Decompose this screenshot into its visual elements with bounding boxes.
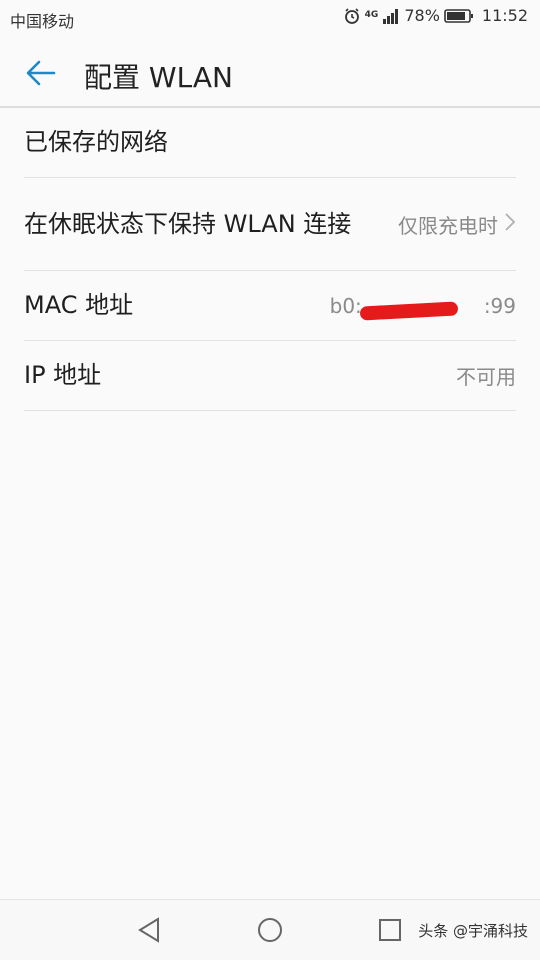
nav-recents-icon[interactable] [376, 916, 404, 944]
network-type-icon: 4G [365, 11, 379, 20]
ip-address-item: IP 地址 不可用 [24, 341, 516, 411]
keep-wlan-on-sleep-item[interactable]: 在休眠状态下保持 WLAN 连接 仅限充电时 [24, 178, 516, 271]
mac-address-suffix: :99 [483, 293, 516, 318]
settings-list: 已保存的网络 在休眠状态下保持 WLAN 连接 仅限充电时 MAC 地址 b0:… [24, 108, 516, 411]
ip-address-value: 不可用 [456, 365, 516, 389]
nav-home-icon[interactable] [256, 916, 284, 944]
saved-networks-label: 已保存的网络 [24, 128, 168, 156]
battery-icon [444, 8, 474, 24]
watermark-text: 头条 @宇涌科技 [418, 922, 528, 940]
chevron-right-icon [504, 212, 516, 237]
nav-back-icon[interactable] [136, 916, 164, 944]
mac-address-prefix: b0: [329, 293, 362, 318]
clock: 11:52 [481, 6, 528, 25]
battery-percent: 78% [404, 6, 440, 25]
ip-address-label: IP 地址 [24, 361, 102, 389]
back-arrow-icon[interactable] [24, 56, 58, 90]
alarm-icon [343, 7, 361, 25]
redaction-mark [359, 300, 458, 321]
network-type-label: 4G [364, 10, 379, 20]
app-bar: 配置 WLAN [0, 36, 540, 108]
mac-address-label: MAC 地址 [24, 291, 134, 319]
mac-address-item: MAC 地址 b0: :99 [24, 271, 516, 341]
status-icons: 4G 78% 11:52 [343, 6, 528, 25]
keep-wlan-on-sleep-value-group: 仅限充电时 [398, 210, 516, 239]
status-bar: 中国移动 4G 78% 11:52 [0, 0, 540, 36]
carrier-name: 中国移动 [10, 12, 75, 31]
mac-address-value: b0: :99 [329, 293, 516, 321]
saved-networks-item[interactable]: 已保存的网络 [24, 108, 516, 178]
keep-wlan-on-sleep-value: 仅限充电时 [398, 213, 498, 238]
page-title: 配置 WLAN [84, 61, 233, 94]
keep-wlan-on-sleep-label: 在休眠状态下保持 WLAN 连接 [24, 209, 352, 238]
navigation-bar: 头条 @宇涌科技 [0, 899, 540, 960]
signal-icon [382, 7, 400, 25]
